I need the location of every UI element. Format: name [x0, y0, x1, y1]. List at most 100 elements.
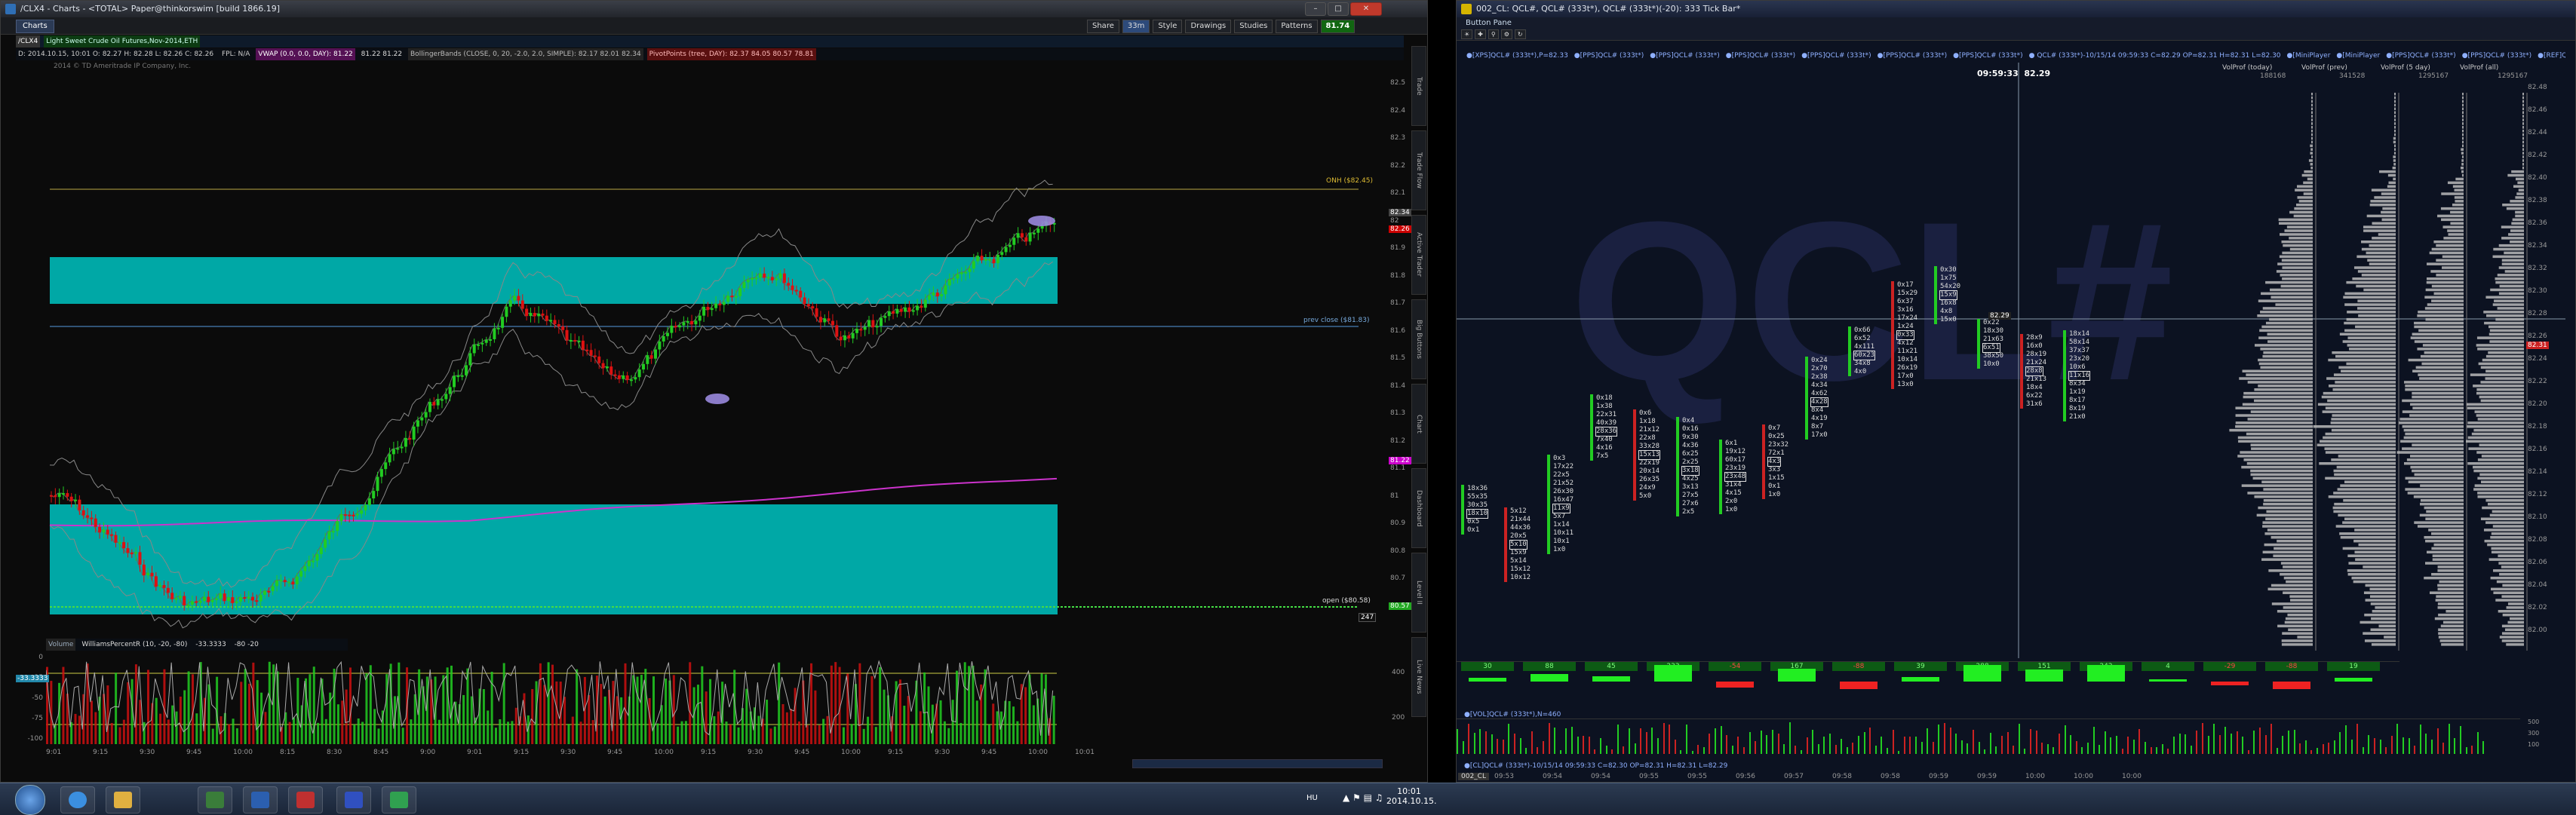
indicator-chip[interactable]: ●[PPS]QCL# (333t*)	[1875, 51, 1949, 61]
profile-bar	[2354, 529, 2396, 532]
profile-bar	[2420, 502, 2464, 506]
volume-profile-header[interactable]: VolProf (5 day)	[2381, 64, 2430, 72]
footprint-cell: 0x16	[1682, 425, 1699, 433]
side-tab[interactable]: Big Buttons	[1411, 299, 1426, 379]
footprint-cell: 13x0	[1897, 381, 1914, 388]
candle-body	[348, 514, 352, 516]
side-tab[interactable]: Dashboard	[1411, 468, 1426, 548]
indicator-chip[interactable]: ●[PPS]QCL# (333t*)	[2460, 51, 2534, 61]
zoom-badge[interactable]: 33m	[1122, 20, 1150, 33]
volume-profile-header[interactable]: VolProf (all)	[2460, 64, 2498, 72]
profile-bar	[2347, 344, 2396, 347]
patterns-button[interactable]: Patterns	[1276, 20, 1318, 33]
studies-button[interactable]: Studies	[1234, 20, 1273, 33]
taskbar-pdf-icon[interactable]	[288, 786, 323, 813]
volume-label[interactable]: Volume	[46, 639, 76, 651]
profile-bar	[2439, 580, 2464, 584]
profile-bar	[2483, 529, 2524, 532]
profile-bar	[2462, 144, 2464, 148]
style-button[interactable]: Style	[1153, 20, 1183, 33]
indicator-chip[interactable]: ●[PPS]QCL# (333t*)	[1799, 51, 1873, 61]
volume-bar	[2465, 746, 2467, 754]
indicator-chip[interactable]: ●[REF]QCL# (333t*) FB=0.06	[2535, 51, 2565, 61]
symbol-box[interactable]: /CLX4	[16, 35, 41, 47]
indicator-chip[interactable]: ●[PPS]QCL# (333t*)	[2384, 51, 2458, 61]
taskbar-ie-icon[interactable]	[60, 786, 95, 813]
indicator-chip[interactable]: ●[PPS]QCL# (333t*)	[1724, 51, 1798, 61]
tray-icons[interactable]: ▲ ⚑ ▤ ♫	[1343, 792, 1383, 803]
time-tick: 10:00	[233, 749, 253, 756]
indicator-chip[interactable]: ●[PPS]QCL# (333t*)	[1572, 51, 1646, 61]
volume-bar	[62, 666, 65, 744]
indicator-chip[interactable]: ●[XPS]QCL# (333t*),P=82.33	[1464, 51, 1570, 61]
profile-bar	[2447, 229, 2464, 232]
profile-bar	[2243, 395, 2313, 399]
volume-bar	[713, 715, 716, 744]
indicator-chip[interactable]: ●[MiniPlayer	[2334, 51, 2382, 61]
right-price-axis[interactable]: 82.48 82.46 82.44 82.42 82.40 82.38 82.36 82.34…	[2526, 84, 2556, 657]
start-button[interactable]	[15, 785, 45, 815]
profile-bar	[2297, 636, 2313, 639]
taskbar-word-icon[interactable]	[243, 786, 278, 813]
volume-profile-header[interactable]: VolProf (today)	[2222, 64, 2272, 72]
gear-icon[interactable]: ⚙	[1500, 29, 1512, 39]
side-tab[interactable]: Trade	[1411, 46, 1426, 126]
volume-bar	[1806, 737, 1808, 754]
wpr-label[interactable]: WilliamsPercentR (10, -20, -80)	[79, 639, 189, 651]
side-tab[interactable]: Active Trader	[1411, 215, 1426, 295]
close-button[interactable]: ✕	[1350, 2, 1382, 16]
indicator-chip[interactable]: ● QCL# (333t*)-10/15/14 09:59:33 C=82.29…	[2027, 51, 2283, 61]
volume-bar	[2482, 741, 2485, 754]
drawings-button[interactable]: Drawings	[1185, 20, 1232, 33]
volume-bar	[2087, 743, 2089, 754]
maximize-button[interactable]: □	[1328, 2, 1349, 16]
crosshair-icon[interactable]: ✚	[1475, 29, 1486, 39]
taskbar-tos-icon[interactable]	[198, 786, 232, 813]
profile-bar	[2311, 133, 2313, 136]
volume-wpr-chart[interactable]	[46, 654, 1389, 744]
volume-bar	[1559, 749, 1561, 754]
clock[interactable]: 10:01 2014.10.15.	[1386, 786, 1436, 806]
profile-bar	[2515, 214, 2524, 218]
indicator-chip[interactable]: ●[PPS]QCL# (333t*)	[1951, 51, 2025, 61]
price-axis[interactable]: 82.5 82.4 82.3 82.2 82.1 82 81.9 81.8 81.7 81.6 81…	[1389, 73, 1411, 631]
candle-body	[525, 308, 529, 317]
footprint-cell: 16x0	[2026, 342, 2043, 350]
volume-bar	[1874, 745, 1877, 754]
footer-tab[interactable]: 002_CL	[1458, 773, 1489, 780]
volume-bar	[2046, 744, 2049, 754]
side-tab[interactable]: Live News	[1411, 637, 1426, 717]
window-titlebar-right[interactable]: 002_CL: QCL#, QCL# (333t*), QCL# (333t*)…	[1457, 1, 2575, 17]
window-titlebar[interactable]: /CLX4 - Charts - <TOTAL> Paper@thinkorsw…	[1, 1, 1427, 17]
candle-body	[867, 320, 871, 327]
indicator-chip[interactable]: ●[MiniPlayer	[2285, 51, 2333, 61]
candle-body	[505, 306, 508, 317]
profile-bar	[2393, 122, 2396, 125]
side-tab[interactable]: Trade Flow	[1411, 130, 1426, 210]
side-tab[interactable]: Level II	[1411, 553, 1426, 633]
horizontal-scrollbar[interactable]	[1132, 759, 1383, 768]
price-tick: 81.1	[1390, 464, 1406, 472]
tab-charts[interactable]: Charts	[16, 20, 54, 33]
zoom-in-icon[interactable]: ☀	[1461, 29, 1473, 39]
profile-bar	[2489, 513, 2524, 517]
magnifier-icon[interactable]: ⚲	[1488, 29, 1499, 39]
taskbar-app-icon[interactable]	[382, 786, 416, 813]
taskbar-explorer-icon[interactable]	[106, 786, 140, 813]
price-chart[interactable]	[16, 73, 1396, 631]
profile-bar	[2261, 292, 2313, 296]
language-indicator[interactable]: HU	[1306, 794, 1318, 802]
refresh-icon[interactable]: ↻	[1514, 29, 1526, 39]
share-button[interactable]: Share	[1087, 20, 1119, 33]
profile-bar	[2293, 214, 2313, 218]
minimize-button[interactable]: –	[1305, 2, 1326, 16]
side-tab[interactable]: Chart	[1411, 384, 1426, 464]
volume-axis: 400 200	[1390, 654, 1413, 744]
volume-bar	[1801, 750, 1802, 754]
button-pane-label[interactable]: Button Pane	[1466, 19, 1512, 27]
footprint-cell: 27x6	[1682, 500, 1699, 507]
taskbar-ninja-icon[interactable]	[336, 786, 371, 813]
volume-profile-header[interactable]: VolProf (prev)	[2301, 64, 2347, 72]
footprint-cell: 1x15	[1768, 474, 1785, 482]
indicator-chip[interactable]: ●[PPS]QCL# (333t*)	[1647, 51, 1721, 61]
